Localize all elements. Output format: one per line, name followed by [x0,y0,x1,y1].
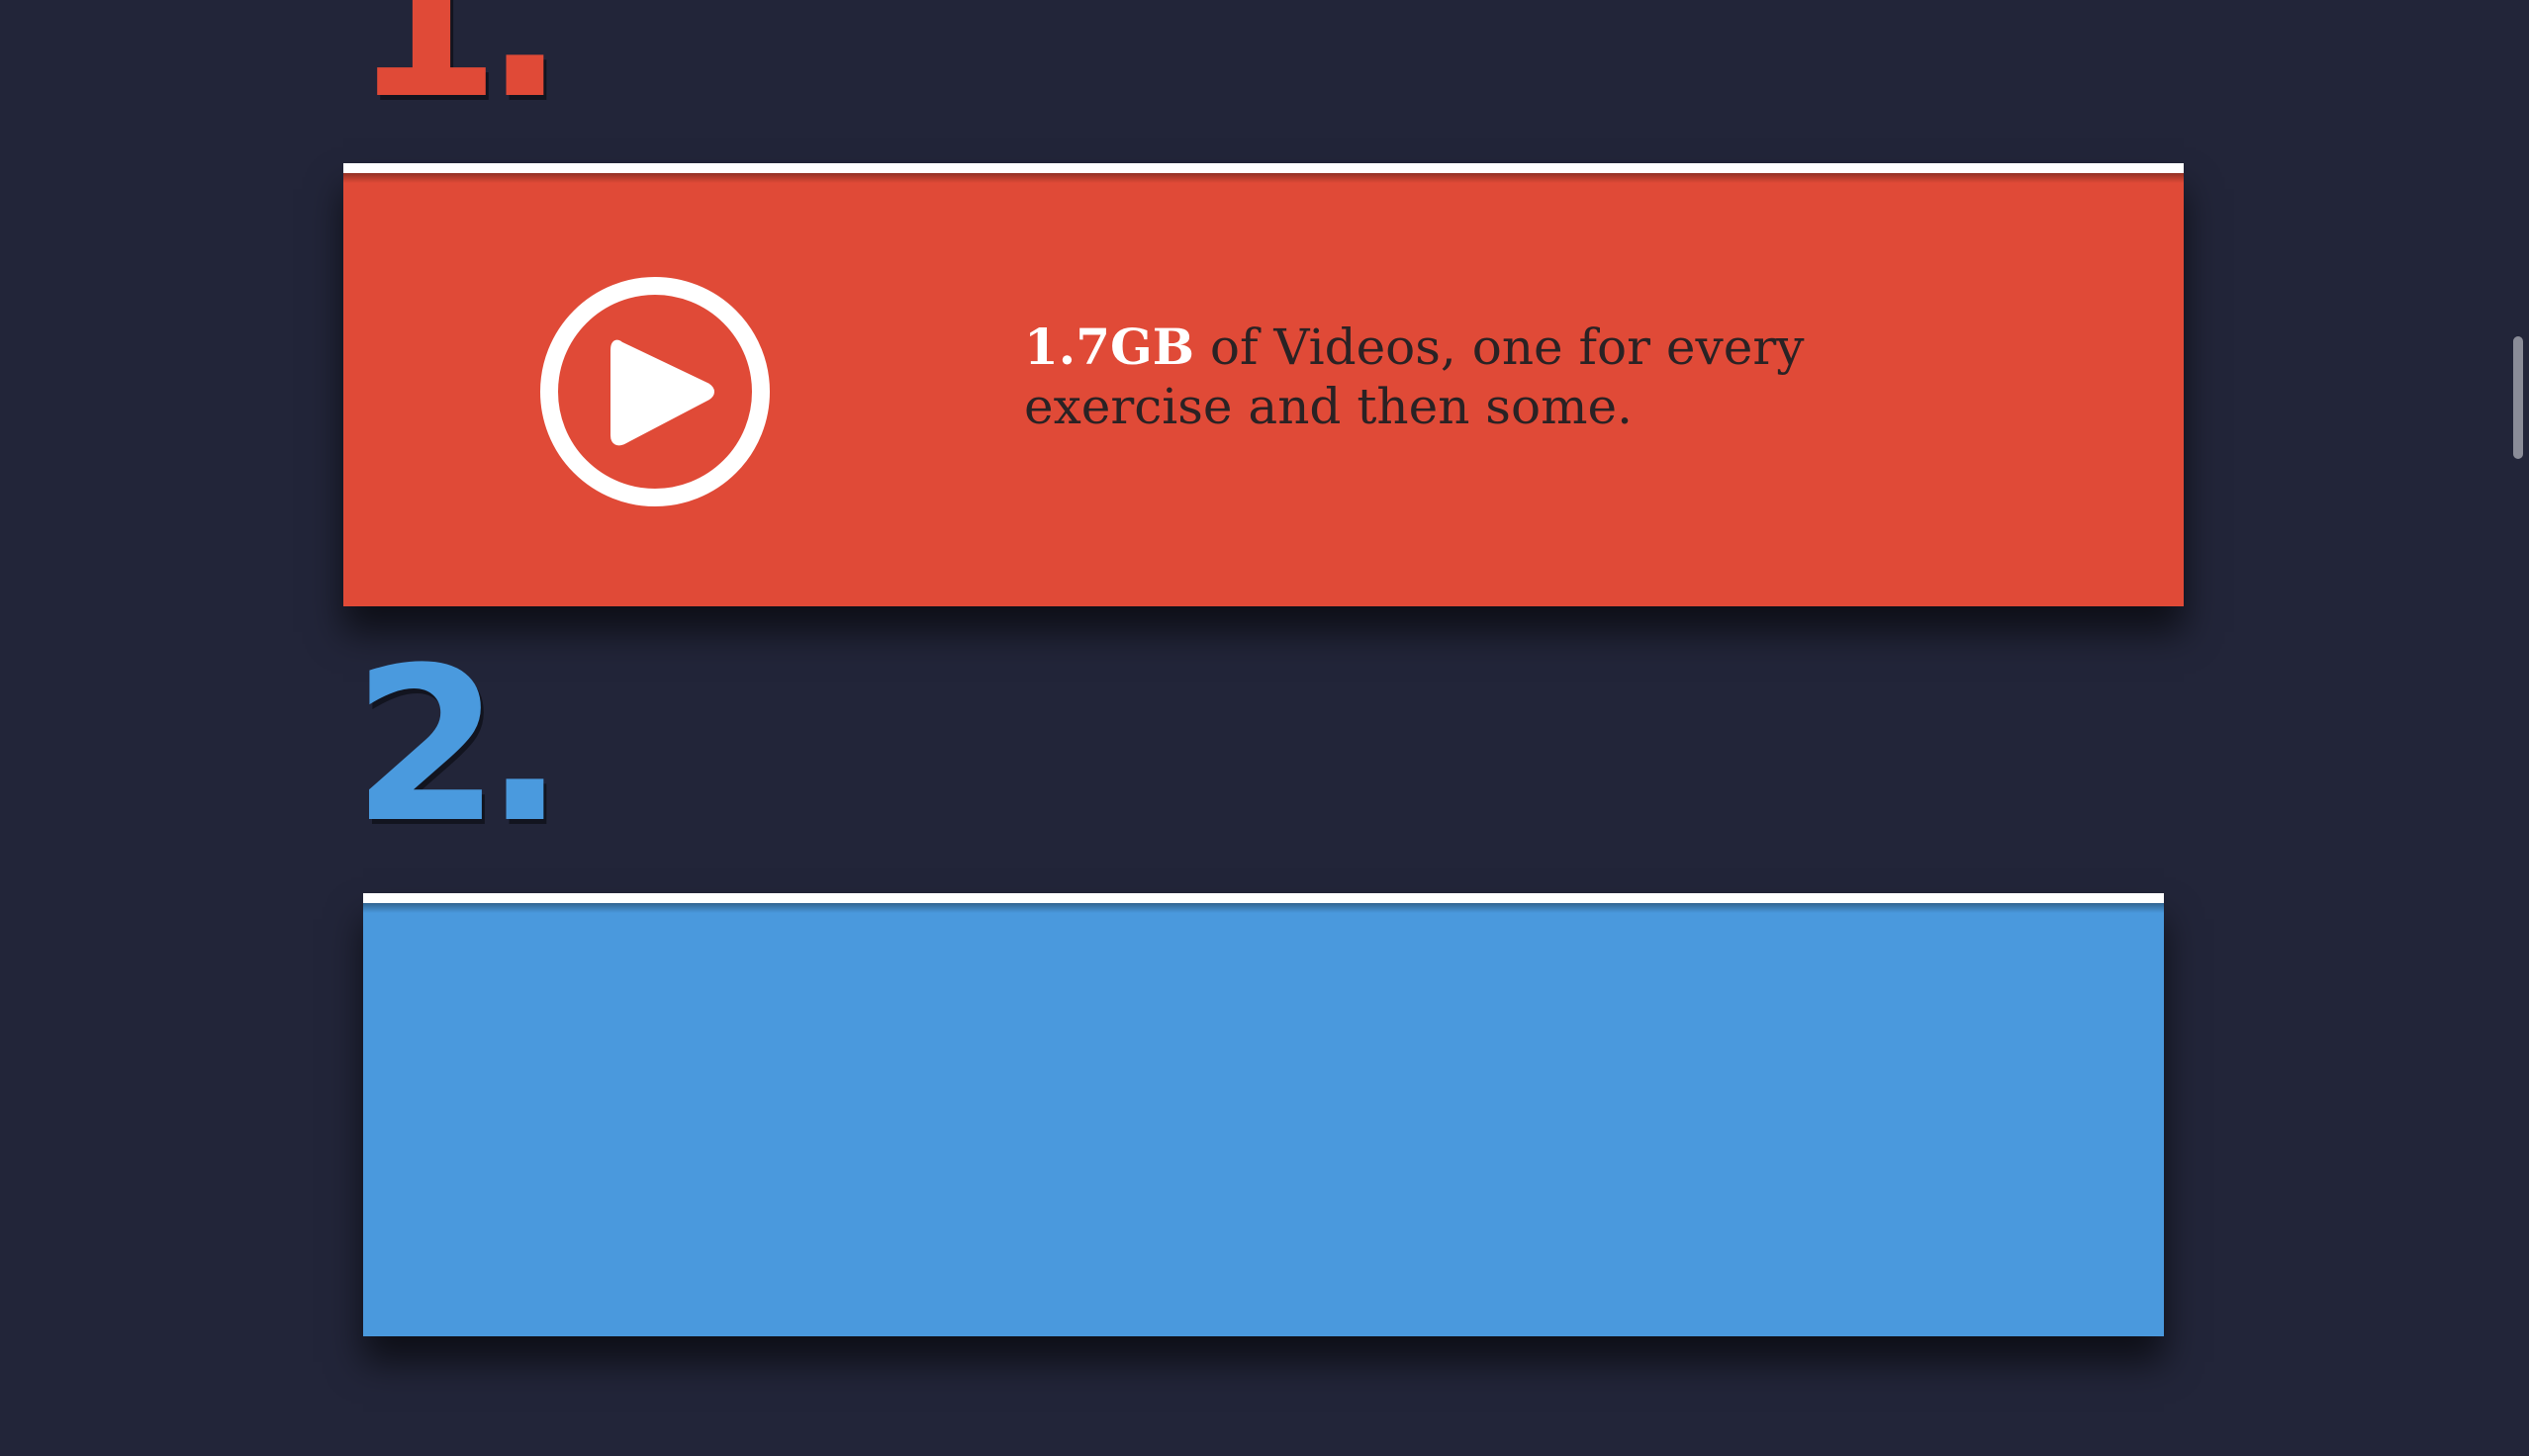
page: 1. 1.7GB of Videos, one for every exerci… [0,0,2529,1456]
step-1-card: 1.7GB of Videos, one for every exercise … [343,163,2184,606]
scrollbar-thumb[interactable] [2513,336,2523,459]
step-1-number: 1. [352,0,565,145]
step-1-description: 1.7GB of Videos, one for every exercise … [1024,318,1816,436]
step-1-highlight: 1.7GB [1024,318,1194,376]
step-2-number: 2. [352,621,565,869]
step-2-card [363,893,2164,1336]
play-circle-icon[interactable] [538,275,772,508]
